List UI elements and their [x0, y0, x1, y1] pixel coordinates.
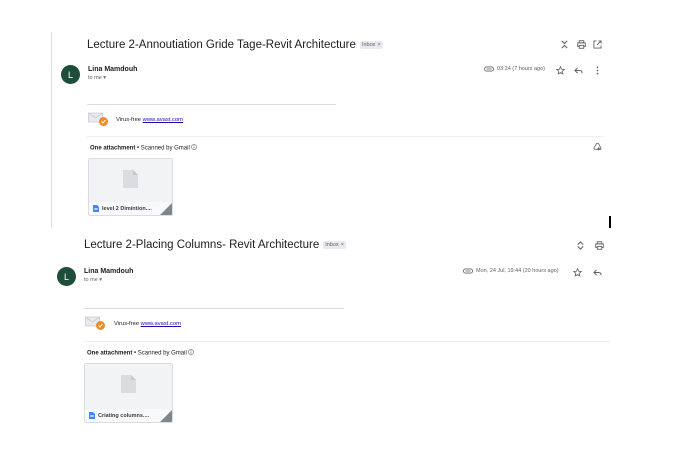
- email1-to-text: to me: [88, 75, 102, 81]
- email1-attachment-corner: [160, 203, 172, 215]
- chevron-down-icon: ▾: [103, 75, 107, 81]
- email2-attachment-preview: [85, 364, 172, 407]
- email1-subject-text: Lecture 2-Annoutiation Gride Tage-Revit …: [87, 39, 356, 51]
- email2-attachment-count: One attachment: [87, 350, 133, 357]
- email1-avatar[interactable]: L: [61, 65, 80, 84]
- email2-subject-text: Lecture 2-Placing Columns- Revit Archite…: [84, 239, 320, 251]
- email1-virus-label: Virus-free: [116, 117, 142, 123]
- email2-inbox-remove-icon[interactable]: ×: [341, 242, 344, 248]
- email2-avatar-letter: L: [63, 271, 69, 282]
- email1-inbox-label[interactable]: Inbox ×: [359, 40, 383, 49]
- email1-star-icon[interactable]: [555, 65, 566, 76]
- email2-reply-icon[interactable]: [592, 267, 603, 278]
- email2-scanned-text: • Scanned by Gmail: [132, 350, 187, 357]
- email2-inbox-label[interactable]: Inbox ×: [323, 240, 346, 249]
- email2-star-icon[interactable]: [572, 267, 583, 278]
- email1-subject: Lecture 2-Annoutiation Gride Tage-Revit …: [87, 39, 383, 51]
- email1-inbox-label-text: Inbox: [361, 41, 376, 48]
- email1-scanned-text: • Scanned by Gmail: [135, 145, 190, 152]
- email1-attachment-preview: [89, 159, 172, 202]
- email2-to-text: to me: [84, 277, 98, 283]
- email1-attachment-filename: level 2 Dimintion....: [102, 205, 152, 212]
- email1-signature-divider: [87, 104, 336, 105]
- file-placeholder-icon: [121, 375, 136, 393]
- email2-attachment-icon: [462, 266, 474, 276]
- text-cursor: [609, 216, 611, 228]
- email1-attachment-header: One attachment • Scanned by Gmail: [90, 144, 198, 152]
- email2-recipient-toggle[interactable]: to me ▾: [84, 277, 102, 283]
- email1-reply-icon[interactable]: [573, 65, 584, 76]
- email1-avast-link[interactable]: www.avast.com: [143, 117, 183, 123]
- email1-attachment-separator: [87, 136, 603, 137]
- email2-inbox-label-text: Inbox: [325, 241, 339, 248]
- thread-divider: [51, 32, 52, 228]
- email2-virus-label: Virus-free: [114, 321, 140, 327]
- email2-virus-free-text: Virus-free www.avast.com: [114, 321, 181, 327]
- open-new-window-icon[interactable]: [592, 39, 603, 50]
- email1-virus-free-text: Virus-free www.avast.com: [116, 117, 183, 123]
- email1-recipient-toggle[interactable]: to me ▾: [88, 75, 106, 81]
- email1-sender[interactable]: Lina Mamdouh: [88, 66, 137, 73]
- email2-subject: Lecture 2-Placing Columns- Revit Archite…: [84, 239, 346, 251]
- expand-all-icon[interactable]: [575, 240, 586, 251]
- chevron-down-icon: ▾: [99, 277, 103, 283]
- email2-timestamp: Mon, 24 Jul, 19:44 (20 hours ago): [476, 268, 559, 274]
- email1-add-to-drive-icon[interactable]: [592, 141, 603, 152]
- email1-inbox-remove-icon[interactable]: ×: [377, 42, 380, 48]
- email1-attachment-card[interactable]: level 2 Dimintion....: [88, 158, 173, 216]
- email1-attachment-count: One attachment: [90, 145, 136, 152]
- print-icon-2[interactable]: [594, 240, 605, 251]
- email1-more-icon[interactable]: [592, 65, 603, 76]
- info-icon[interactable]: [188, 349, 195, 357]
- print-icon[interactable]: [576, 39, 587, 50]
- email2-attachment-footer: Criating columns....: [85, 409, 172, 422]
- email2-attachment-filename: Criating columns....: [98, 412, 150, 419]
- google-docs-icon: [89, 412, 95, 419]
- email1-avast-logo-icon[interactable]: [88, 112, 109, 127]
- collapse-all-icon[interactable]: [559, 39, 570, 50]
- email2-avast-link[interactable]: www.avast.com: [141, 321, 181, 327]
- email2-attachment-corner: [160, 410, 172, 422]
- email2-sender[interactable]: Lina Mamdouh: [84, 268, 133, 275]
- email2-avatar[interactable]: L: [57, 267, 76, 286]
- email2-attachment-separator: [84, 341, 610, 342]
- email2-attachment-card[interactable]: Criating columns....: [84, 363, 173, 423]
- email2-signature-divider: [84, 308, 344, 309]
- file-placeholder-icon: [123, 170, 138, 188]
- email2-avast-logo-icon[interactable]: [85, 316, 106, 331]
- email2-attachment-header: One attachment • Scanned by Gmail: [87, 349, 195, 357]
- email1-attachment-icon: [483, 64, 495, 74]
- email1-avatar-letter: L: [67, 69, 73, 80]
- email1-timestamp: 03:24 (7 hours ago): [497, 66, 546, 72]
- google-docs-icon: [93, 205, 99, 212]
- info-icon[interactable]: [191, 144, 198, 152]
